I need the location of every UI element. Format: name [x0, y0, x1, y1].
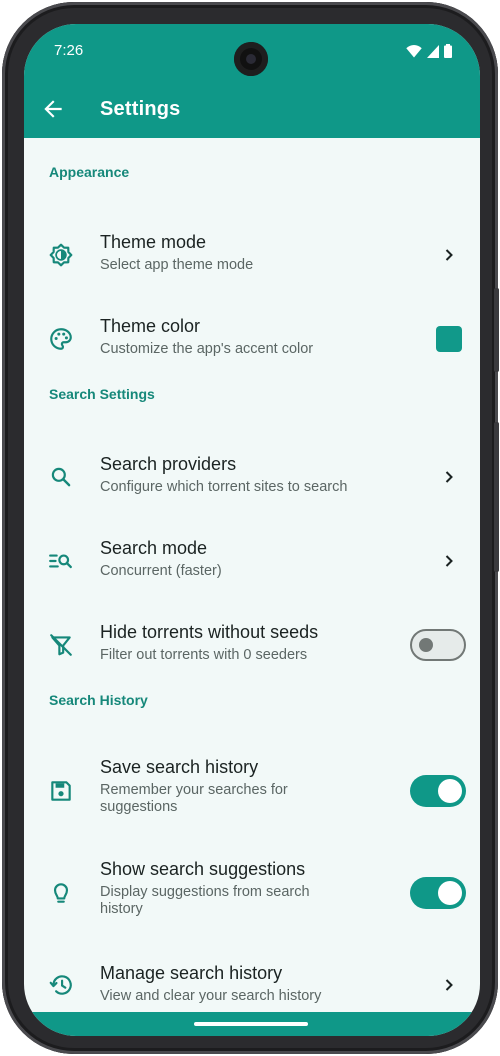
page-title: Settings [100, 98, 181, 120]
toggle-knob [438, 779, 462, 803]
lightbulb-icon [53, 883, 69, 903]
setting-subtitle: Concurrent (faster) [100, 563, 222, 579]
home-indicator[interactable] [194, 1022, 308, 1026]
chevron-right-icon [445, 979, 453, 991]
setting-search-mode[interactable]: Search mode Concurrent (faster) [24, 524, 480, 598]
setting-show-suggestions[interactable]: Show search suggestions Display suggesti… [24, 848, 480, 938]
history-icon [49, 975, 72, 995]
setting-subtitle: Remember your searches for suggestions [100, 782, 288, 815]
palette-icon [50, 328, 72, 350]
section-header-search-settings: Search Settings [49, 386, 155, 402]
setting-subtitle: Filter out torrents with 0 seeders [100, 647, 308, 663]
camera-cutout [234, 42, 268, 76]
setting-title: Hide torrents without seeds [100, 622, 319, 642]
manage-history-text: Manage search history View and clear you… [100, 962, 400, 1005]
setting-title: Search mode [100, 538, 208, 558]
filter-off-icon [50, 634, 72, 656]
section-header-appearance: Appearance [49, 164, 130, 180]
hide-no-seeds-text: Hide torrents without seeds Filter out t… [100, 621, 400, 664]
phone-frame: 7:26 Settings Appearance Theme mode Sele… [2, 2, 499, 1054]
chevron-right-icon [445, 471, 453, 483]
accent-color-swatch[interactable] [436, 326, 462, 352]
setting-theme-color[interactable]: Theme color Customize the app's accent c… [24, 302, 480, 376]
setting-title: Manage search history [100, 963, 283, 983]
chevron-right-icon [445, 555, 453, 567]
setting-manage-history[interactable]: Manage search history View and clear you… [24, 948, 480, 1022]
section-header-search-history: Search History [49, 692, 148, 708]
theme-color-text: Theme color Customize the app's accent c… [100, 315, 400, 358]
chevron-right-icon [445, 249, 453, 261]
app-bar: 7:26 Settings [24, 24, 480, 138]
setting-title: Theme color [100, 316, 201, 336]
search-mode-text: Search mode Concurrent (faster) [100, 537, 400, 580]
setting-save-history[interactable]: Save search history Remember your search… [24, 746, 480, 836]
setting-subtitle: Display suggestions from search history [100, 884, 310, 917]
setting-subtitle: Configure which torrent sites to search [100, 479, 348, 495]
brightness-icon [49, 243, 73, 267]
search-list-icon [49, 554, 72, 569]
toggle-knob [419, 638, 433, 652]
toggle-knob [438, 881, 462, 905]
navigation-bar [24, 1012, 480, 1036]
setting-title: Show search suggestions [100, 859, 306, 879]
screen: 7:26 Settings Appearance Theme mode Sele… [24, 24, 480, 1036]
setting-search-providers[interactable]: Search providers Configure which torrent… [24, 440, 480, 514]
setting-subtitle: View and clear your search history [100, 988, 322, 1004]
setting-title: Search providers [100, 454, 237, 474]
arrow-back-icon[interactable] [40, 96, 66, 122]
setting-title: Save search history [100, 757, 259, 777]
status-icons [406, 44, 452, 58]
setting-subtitle: Select app theme mode [100, 257, 254, 273]
search-icon [51, 467, 71, 487]
hide-no-seeds-toggle[interactable] [410, 629, 466, 661]
save-icon [51, 781, 71, 801]
power-button [494, 288, 499, 372]
setting-theme-mode[interactable]: Theme mode Select app theme mode [24, 218, 480, 292]
setting-hide-no-seeds[interactable]: Hide torrents without seeds Filter out t… [24, 608, 480, 682]
save-history-toggle[interactable] [410, 775, 466, 807]
wifi-icon [406, 44, 422, 57]
battery-icon [444, 44, 452, 58]
show-suggestions-toggle[interactable] [410, 877, 466, 909]
signal-icon [427, 44, 439, 58]
theme-mode-text: Theme mode Select app theme mode [100, 231, 400, 274]
setting-subtitle: Customize the app's accent color [100, 341, 314, 357]
search-providers-text: Search providers Configure which torrent… [100, 453, 400, 496]
save-history-text: Save search history Remember your search… [100, 756, 400, 816]
status-time: 7:26 [54, 42, 84, 59]
setting-title: Theme mode [100, 232, 207, 252]
volume-button [494, 422, 499, 572]
show-suggestions-text: Show search suggestions Display suggesti… [100, 858, 400, 918]
